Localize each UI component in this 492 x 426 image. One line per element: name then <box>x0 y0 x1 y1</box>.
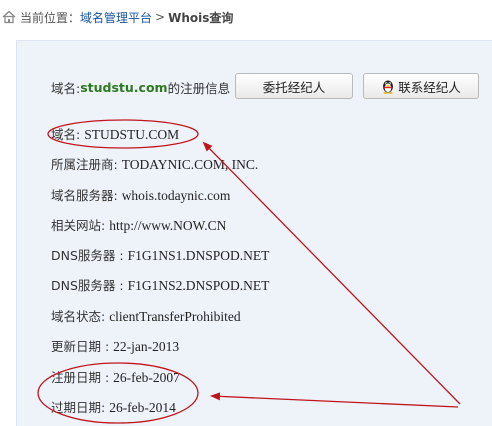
contact-broker-label: 联系经纪人 <box>398 79 461 95</box>
whois-row-registrar: 所属注册商: TODAYNIC.COM, INC. <box>51 155 258 175</box>
qq-penguin-icon <box>383 80 394 94</box>
whois-label: 域名: <box>51 127 85 142</box>
home-icon <box>2 10 16 24</box>
whois-row-dns-1: DNS服务器 : F1G1NS1.DNSPOD.NET <box>51 246 269 266</box>
header-suffix: 的注册信息 <box>167 80 231 96</box>
whois-value: F1G1NS1.DNSPOD.NET <box>127 248 270 263</box>
breadcrumb: 当前位置： 域名管理平台 > Whois查询 <box>0 0 492 34</box>
whois-row-domain: 域名: STUDSTU.COM <box>51 125 179 145</box>
whois-value: F1G1NS2.DNSPOD.NET <box>127 278 270 293</box>
whois-label: DNS服务器 : <box>51 278 128 293</box>
whois-value: 22-jan-2013 <box>113 339 180 354</box>
whois-row-expires: 过期日期: 26-feb-2014 <box>51 398 176 418</box>
whois-value: 26-feb-2014 <box>109 400 176 415</box>
whois-label: 相关网站: <box>51 218 110 233</box>
whois-value: whois.todaynic.com <box>121 188 231 203</box>
whois-label: 过期日期: <box>51 400 110 415</box>
breadcrumb-current: Whois查询 <box>168 10 234 25</box>
whois-label: 注册日期 : <box>51 370 114 385</box>
whois-value: 26-feb-2007 <box>113 370 180 385</box>
whois-value: http://www.NOW.CN <box>109 218 227 233</box>
whois-row-whois-server: 域名服务器: whois.todaynic.com <box>51 186 230 206</box>
whois-label: 域名状态: <box>51 309 110 324</box>
whois-row-updated: 更新日期 : 22-jan-2013 <box>51 337 179 357</box>
whois-value: TODAYNIC.COM, INC. <box>121 157 259 172</box>
breadcrumb-link-domain-platform[interactable]: 域名管理平台 <box>80 9 152 26</box>
whois-row-status: 域名状态: clientTransferProhibited <box>51 307 241 327</box>
breadcrumb-separator: > <box>155 10 166 24</box>
whois-label: 更新日期 : <box>51 339 114 354</box>
whois-value: clientTransferProhibited <box>109 309 241 324</box>
header-domain: studstu.com <box>80 79 168 95</box>
header-prefix: 域名: <box>51 80 81 96</box>
whois-row-dns-2: DNS服务器 : F1G1NS2.DNSPOD.NET <box>51 276 269 296</box>
breadcrumb-prefix: 当前位置： <box>20 10 81 25</box>
entrust-broker-button[interactable]: 委托经纪人 <box>235 73 353 99</box>
whois-label: 域名服务器: <box>51 188 122 203</box>
contact-broker-button[interactable]: 联系经纪人 <box>363 73 479 99</box>
whois-value: STUDSTU.COM <box>84 127 180 142</box>
whois-row-registered: 注册日期 : 26-feb-2007 <box>51 368 180 388</box>
whois-label: DNS服务器 : <box>51 248 128 263</box>
whois-panel: 域名: studstu.com 的注册信息 委托经纪人 联系经纪人 域名: ST… <box>16 40 492 426</box>
whois-label: 所属注册商: <box>51 157 122 172</box>
entrust-broker-label: 委托经纪人 <box>262 79 326 95</box>
whois-row-website: 相关网站: http://www.NOW.CN <box>51 216 226 236</box>
whois-header: 域名: studstu.com 的注册信息 <box>51 73 230 101</box>
